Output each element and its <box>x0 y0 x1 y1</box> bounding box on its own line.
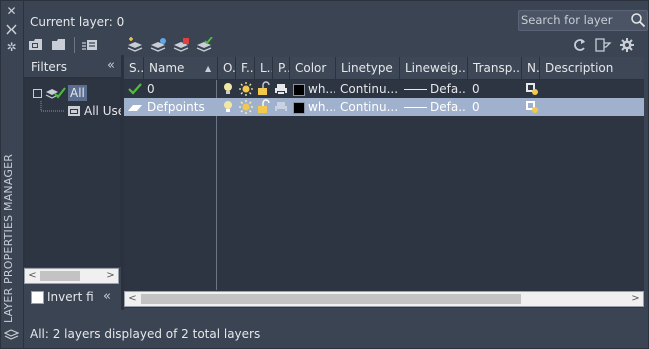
filters-header: Filters « <box>24 55 121 78</box>
new-vp-freeze-icon[interactable] <box>525 81 539 97</box>
search-box[interactable] <box>518 10 648 31</box>
tree-collapse-icon[interactable] <box>33 89 42 98</box>
gear-icon[interactable] <box>618 37 636 53</box>
bulb-on-icon[interactable] <box>222 99 236 115</box>
refresh-icon[interactable] <box>571 37 589 53</box>
tree-label-all[interactable]: All <box>68 85 87 101</box>
scroll-thumb[interactable] <box>141 294 521 304</box>
auto-hide-icon[interactable] <box>5 23 18 36</box>
invert-filter-checkbox[interactable] <box>31 291 44 304</box>
layer-color-label[interactable]: wh... <box>308 98 335 116</box>
set-current-icon[interactable] <box>195 36 213 53</box>
toolbar-separator <box>74 37 75 53</box>
sun-icon[interactable] <box>238 99 253 115</box>
col-color[interactable]: Color <box>290 57 336 79</box>
new-vp-freeze-icon[interactable] <box>525 99 539 115</box>
sort-ascending-icon: ▲ <box>205 64 212 73</box>
palette-side-strip: ✕ ✲ LAYER PROPERTIES MANAGER <box>0 0 24 349</box>
lineweight-sample <box>404 107 427 108</box>
col-linetype[interactable]: Linetype <box>336 57 400 79</box>
col-description[interactable]: Description <box>540 57 644 79</box>
close-icon[interactable]: ✕ <box>5 5 18 18</box>
filters-hscroll[interactable]: < > <box>24 268 119 284</box>
layer-status-icon <box>127 99 142 115</box>
filter-tree: All All Used Layers <box>24 78 176 267</box>
palette-title: LAYER PROPERTIES MANAGER <box>2 153 15 323</box>
search-input[interactable] <box>521 11 625 28</box>
no-plot-icon[interactable] <box>274 99 288 115</box>
current-layer-label: Current layer: 0 <box>30 15 125 29</box>
unlocked-icon[interactable] <box>257 81 271 97</box>
col-plot[interactable]: P.. <box>273 57 290 79</box>
new-layer-icon[interactable] <box>126 37 144 53</box>
layer-color-swatch[interactable] <box>293 102 305 114</box>
grid-header: S.. Name ▲ O.. F.. L.. P.. Color Linetyp… <box>124 57 644 80</box>
col-transparency[interactable]: Transp... <box>468 57 522 79</box>
layer-row[interactable]: 0 wh... Continu... Defa... 0 <box>124 80 644 98</box>
layer-lineweight[interactable]: Defa... <box>430 80 466 98</box>
layer-linetype[interactable]: Continu... <box>340 98 398 116</box>
new-layer-vp-frozen-icon[interactable] <box>149 37 167 53</box>
layer-name[interactable]: 0 <box>147 80 155 98</box>
grid-hscroll[interactable]: < > <box>124 291 644 307</box>
invert-filter-label: Invert filter <box>47 290 93 304</box>
layer-name[interactable]: Defpoints <box>147 98 205 116</box>
col-lock[interactable]: L.. <box>255 57 273 79</box>
col-lineweight[interactable]: Lineweig... <box>400 57 468 79</box>
layer-transparency[interactable]: 0 <box>472 98 480 116</box>
scroll-thumb[interactable] <box>40 271 80 281</box>
layers-icon[interactable] <box>3 329 20 341</box>
layer-states-manager-icon[interactable] <box>81 37 99 53</box>
layer-row[interactable]: Defpoints wh... Continu... Defa... 0 <box>124 98 644 116</box>
bulb-on-icon[interactable] <box>222 81 236 97</box>
unlocked-icon[interactable] <box>257 99 271 115</box>
sun-icon[interactable] <box>238 81 253 97</box>
collapse-filters-icon[interactable]: « <box>107 58 115 73</box>
scroll-right-icon[interactable]: > <box>628 292 643 306</box>
layer-transparency[interactable]: 0 <box>472 80 480 98</box>
col-new-vp-freeze[interactable]: N.. <box>522 57 540 79</box>
col-on[interactable]: O.. <box>218 57 236 79</box>
scroll-right-icon[interactable]: > <box>103 269 118 283</box>
grid-body: 0 wh... Continu... Defa... 0 Defpoints w… <box>124 80 644 290</box>
layer-linetype[interactable]: Continu... <box>340 80 398 98</box>
new-group-filter-icon[interactable] <box>51 37 69 53</box>
scroll-left-icon[interactable]: < <box>125 292 140 306</box>
col-freeze[interactable]: F.. <box>236 57 255 79</box>
layer-color-swatch[interactable] <box>293 84 305 96</box>
collapse-bottom-icon[interactable]: « <box>103 289 111 304</box>
filters-title: Filters <box>31 60 67 74</box>
scroll-left-icon[interactable]: < <box>25 269 40 283</box>
used-layers-filter-icon <box>67 104 81 121</box>
filters-panel: Filters « All All Used Layers < > <box>24 55 176 288</box>
printer-icon[interactable] <box>274 81 288 97</box>
search-icon[interactable] <box>630 12 646 28</box>
properties-icon[interactable]: ✲ <box>5 41 18 54</box>
col-status[interactable]: S.. <box>124 57 144 79</box>
layer-lineweight[interactable]: Defa... <box>430 98 466 116</box>
invert-filter-row: Invert filter « <box>24 288 121 308</box>
lineweight-sample <box>404 89 427 90</box>
new-property-filter-icon[interactable] <box>28 37 46 53</box>
current-layer-check-icon <box>127 81 142 97</box>
layer-manager-main: Current layer: 0 Filters « <box>24 0 649 349</box>
layers-grid: S.. Name ▲ O.. F.. L.. P.. Color Linetyp… <box>124 57 644 308</box>
settings-toggle-icon[interactable] <box>594 37 612 53</box>
layer-color-label[interactable]: wh... <box>308 80 335 98</box>
delete-layer-icon[interactable] <box>172 37 190 53</box>
tree-connector <box>40 101 65 112</box>
status-bar-text: All: 2 layers displayed of 2 total layer… <box>30 327 261 341</box>
